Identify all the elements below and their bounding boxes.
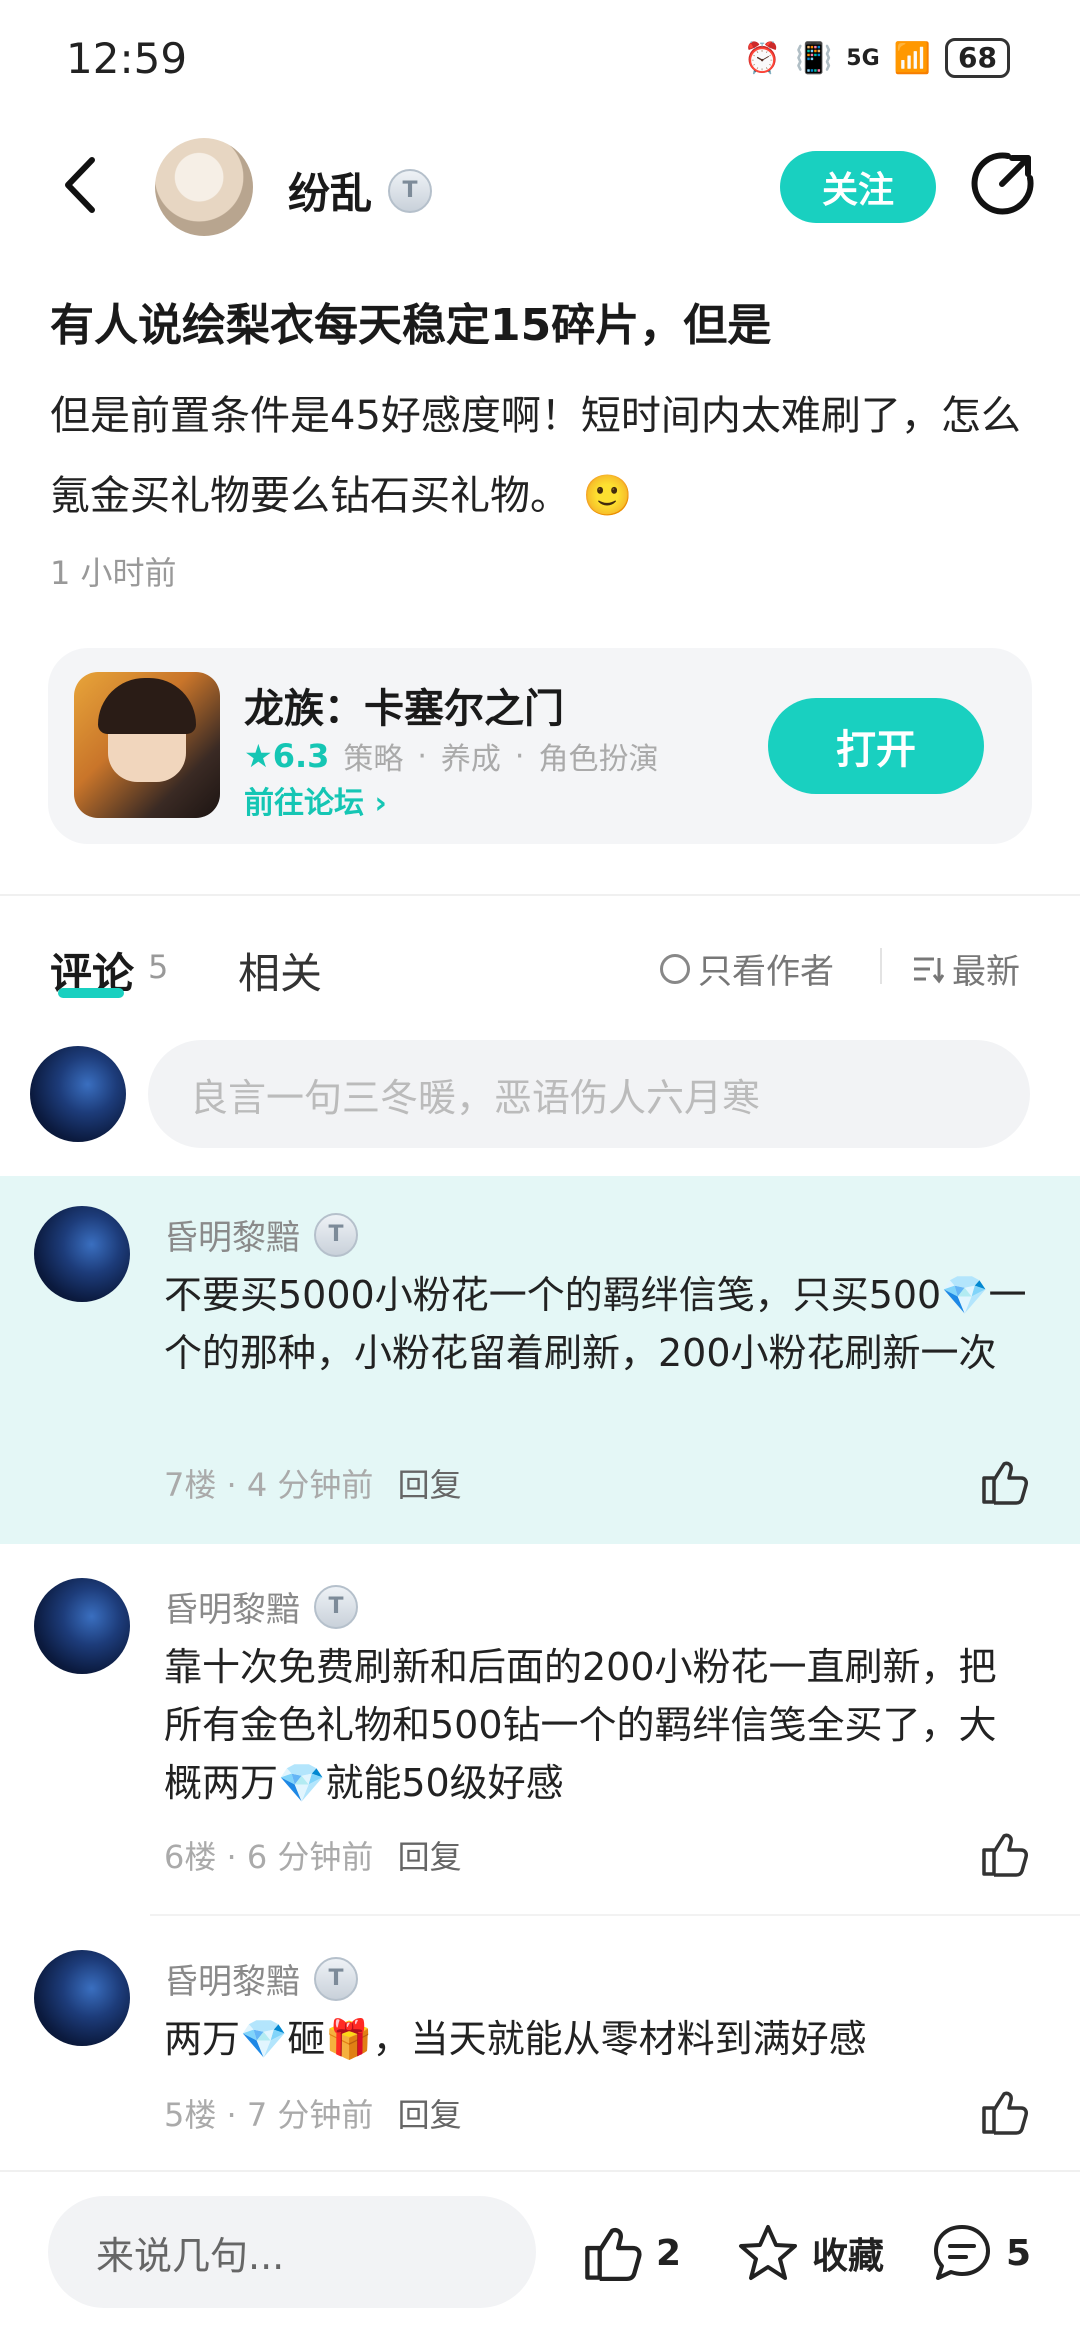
- game-tag: 策略: [343, 742, 404, 777]
- like-icon[interactable]: [978, 1828, 1030, 1880]
- comment-time: 7 分钟前: [246, 2096, 374, 2134]
- commenter-name[interactable]: 昏明黎黯 T: [164, 1210, 358, 1259]
- comment-meta: 7楼 · 4 分钟前 回复: [164, 1466, 462, 1504]
- comment-divider: [150, 1914, 1080, 1916]
- level-badge-icon: T: [314, 1584, 358, 1629]
- level-badge-icon: T: [314, 1212, 358, 1257]
- comment-meta: 6楼 · 6 分钟前 回复: [164, 1838, 462, 1876]
- reply-button[interactable]: 回复: [398, 2096, 462, 2134]
- like-post-button[interactable]: 2: [580, 2218, 681, 2288]
- author-avatar[interactable]: [155, 138, 253, 236]
- comment-text: 不要买5000小粉花一个的羁绊信笺，只买500💎一个的那种，小粉花留着刷新，20…: [164, 1273, 1027, 1375]
- reply-button[interactable]: 回复: [398, 1838, 462, 1876]
- only-author-label: 只看作者: [698, 952, 834, 992]
- comment-text: 靠十次免费刷新和后面的200小粉花一直刷新，把所有金色礼物和500钻一个的羁绊信…: [164, 1645, 997, 1805]
- post-time: 1 小时前: [50, 554, 177, 592]
- game-rating-value: 6.3: [272, 737, 330, 775]
- post-body: 但是前置条件是45好感度啊！短时间内太难刷了，怎么氪金买礼物要么钻石买礼物。 🙂: [50, 376, 1030, 536]
- vibrate-icon: 📳: [794, 40, 833, 76]
- share-icon[interactable]: [968, 148, 1038, 218]
- thumbs-up-icon: [585, 2227, 642, 2281]
- comment-time: 4 分钟前: [246, 1466, 374, 1504]
- game-name[interactable]: 龙族：卡塞尔之门: [244, 676, 564, 734]
- game-icon[interactable]: [74, 672, 220, 818]
- comment-input[interactable]: 良言一句三冬暖，恶语伤人六月寒: [148, 1040, 1030, 1148]
- commenter-name-text: 昏明黎黯: [164, 1590, 300, 1630]
- radio-circle-icon: [660, 953, 690, 984]
- game-meta: ★6.3 策略 · 养成 · 角色扮演: [244, 734, 658, 778]
- sort-icon: [914, 957, 944, 984]
- comment-floor: 5楼: [164, 2096, 217, 2134]
- my-avatar: [30, 1046, 126, 1142]
- dot-separator: ·: [417, 738, 427, 774]
- commenter-name[interactable]: 昏明黎黯 T: [164, 1954, 358, 2003]
- star-outline-icon: [739, 2225, 797, 2280]
- section-divider: [0, 894, 1080, 896]
- bottom-comment-input[interactable]: 来说几句...: [48, 2196, 536, 2308]
- level-badge-icon: T: [388, 168, 433, 213]
- game-tag: 养成: [440, 742, 501, 777]
- battery-indicator: 68: [945, 38, 1010, 78]
- chevron-right-icon: ›: [374, 786, 387, 821]
- post-title: 有人说绘梨衣每天稳定15碎片，但是: [50, 300, 772, 351]
- follow-button[interactable]: 关注: [780, 151, 936, 223]
- signal-icon: 📶: [893, 40, 932, 76]
- open-game-button[interactable]: 打开: [768, 698, 984, 794]
- level-badge-icon: T: [314, 1956, 358, 2001]
- commenter-name[interactable]: 昏明黎黯 T: [164, 1582, 358, 1631]
- comment-text: 两万💎砸🎁，当天就能从零材料到满好感: [164, 2017, 867, 2061]
- commenter-avatar[interactable]: [34, 1950, 130, 2046]
- only-author-toggle[interactable]: 只看作者: [660, 944, 834, 993]
- sort-label: 最新: [952, 952, 1020, 992]
- forum-link[interactable]: 前往论坛 ›: [244, 778, 387, 822]
- like-icon[interactable]: [978, 1456, 1030, 1508]
- commenter-name-text: 昏明黎黯: [164, 1962, 300, 2002]
- commenter-avatar[interactable]: [34, 1206, 130, 1302]
- alarm-icon: ⏰: [743, 40, 781, 76]
- comment-floor: 6楼: [164, 1838, 217, 1876]
- network-label: 5G: [846, 45, 880, 71]
- status-icons: ⏰ 📳 5G 📶 68: [744, 38, 1010, 78]
- filter-separator: [880, 948, 882, 984]
- tab-related[interactable]: 相关: [238, 940, 322, 1001]
- sort-button[interactable]: 最新: [912, 944, 1020, 993]
- dot-separator: ·: [514, 738, 525, 774]
- favorite-button[interactable]: 收藏: [736, 2218, 884, 2288]
- star-icon: ★: [244, 737, 273, 775]
- game-rating: ★6.3: [244, 737, 329, 775]
- author-name[interactable]: 纷乱 T: [288, 160, 433, 221]
- comment-time: 6 分钟前: [246, 1838, 374, 1876]
- reply-button[interactable]: 回复: [398, 1466, 462, 1504]
- tab-active-indicator: [58, 988, 124, 998]
- comment-bubble-icon: [934, 2225, 990, 2280]
- comments-count: 5: [1006, 2232, 1032, 2274]
- tab-comments-count: 5: [148, 948, 169, 986]
- like-count: 2: [656, 2232, 682, 2274]
- back-arrow-icon[interactable]: [56, 150, 106, 220]
- game-tag: 角色扮演: [538, 742, 659, 777]
- favorite-label: 收藏: [812, 2236, 885, 2277]
- comment-floor: 7楼: [164, 1466, 217, 1504]
- commenter-name-text: 昏明黎黯: [164, 1218, 300, 1258]
- status-time: 12:59: [66, 34, 188, 83]
- comment-meta: 5楼 · 7 分钟前 回复: [164, 2096, 462, 2134]
- smile-emoji-icon: 🙂: [582, 473, 633, 519]
- comments-button[interactable]: 5: [930, 2218, 1031, 2288]
- forum-link-label: 前往论坛: [244, 786, 364, 821]
- author-name-text: 纷乱: [288, 169, 373, 218]
- like-icon[interactable]: [978, 2086, 1030, 2138]
- commenter-avatar[interactable]: [34, 1578, 130, 1674]
- post-body-text: 但是前置条件是45好感度啊！短时间内太难刷了，怎么氪金买礼物要么钻石买礼物。: [50, 393, 1021, 519]
